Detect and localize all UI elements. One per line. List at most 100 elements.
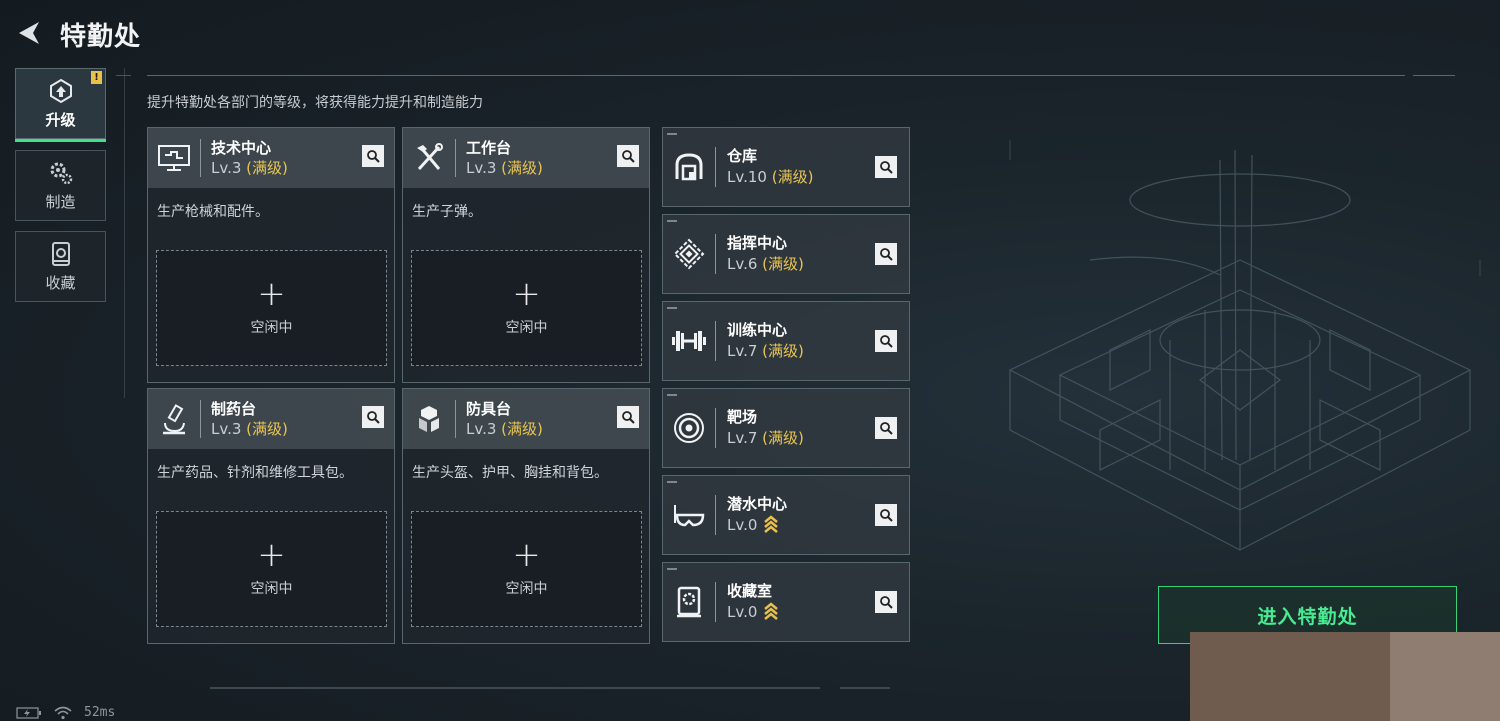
department-name: 仓库 — [727, 147, 758, 165]
facility-card-pharmacy: 制药台 Lv.3 (满级) 生产药品、针剂和维修工具包。 + 空闲中 — [147, 388, 395, 644]
facility-level: Lv.3 (满级) — [466, 158, 543, 177]
slot-status: 空闲中 — [505, 320, 548, 336]
search-icon — [622, 411, 635, 424]
facility-header: 工作台 Lv.3 (满级) — [403, 128, 649, 188]
facility-level: Lv.3 (满级) — [466, 419, 543, 438]
department-card-diving-center[interactable]: 潜水中心 Lv.0 — [662, 475, 910, 555]
battery-icon — [16, 706, 41, 719]
facility-description: 生产子弹。 — [412, 204, 482, 220]
search-icon — [367, 150, 380, 163]
tab-upgrade[interactable]: ! 升级 — [15, 68, 106, 142]
overlay-patch — [1390, 632, 1500, 721]
slot-status: 空闲中 — [250, 581, 293, 597]
armor-icon — [419, 406, 439, 432]
warehouse-icon — [675, 153, 703, 181]
tab-collection-label: 收藏 — [45, 274, 76, 292]
base-wireframe-illustration — [1008, 140, 1481, 551]
inspect-button[interactable] — [875, 243, 897, 265]
inspect-button[interactable] — [875, 417, 897, 439]
scrollbar-track[interactable] — [210, 687, 820, 689]
slot-status: 空闲中 — [250, 320, 293, 336]
inspect-button[interactable] — [875, 504, 897, 526]
tools-icon — [417, 143, 443, 171]
status-bar: 52ms — [16, 704, 115, 721]
inspect-button[interactable] — [875, 330, 897, 352]
facility-level: Lv.3 (满级) — [211, 419, 288, 438]
section-description: 提升特勤处各部门的等级，将获得能力提升和制造能力 — [147, 95, 483, 111]
plus-icon: + — [257, 274, 286, 314]
inspect-button[interactable] — [617, 145, 639, 167]
microscope-icon — [163, 404, 185, 435]
alert-badge: ! — [91, 71, 102, 84]
divider — [124, 68, 125, 398]
ping-readout: 52ms — [84, 705, 116, 720]
target-icon — [674, 413, 704, 443]
department-card-warehouse[interactable]: 仓库 Lv.10 (满级) — [662, 127, 910, 207]
inspect-button[interactable] — [362, 145, 384, 167]
page-title: 特勤处 — [60, 22, 142, 52]
plus-icon: + — [512, 274, 541, 314]
diving-mask-icon — [674, 505, 705, 527]
department-card-command-center[interactable]: 指挥中心 Lv.6 (满级) — [662, 214, 910, 294]
search-icon — [880, 509, 893, 522]
collection-icon — [51, 242, 70, 266]
divider — [1413, 75, 1455, 76]
facility-description: 生产头盔、护甲、胸挂和背包。 — [412, 465, 608, 481]
upgrade-icon — [49, 78, 72, 104]
department-card-shooting-range[interactable]: 靶场 Lv.7 (满级) — [662, 388, 910, 468]
inspect-button[interactable] — [875, 156, 897, 178]
department-level: Lv.0 — [727, 514, 787, 536]
search-icon — [367, 411, 380, 424]
tab-collection[interactable]: 收藏 — [15, 231, 106, 302]
vault-icon — [677, 586, 701, 618]
production-slot[interactable]: + 空闲中 — [411, 250, 642, 366]
facility-level: Lv.3 (满级) — [211, 158, 288, 177]
facility-card-tech-center: 技术中心 Lv.3 (满级) 生产枪械和配件。 + 空闲中 — [147, 127, 395, 383]
tab-craft[interactable]: 制造 — [15, 150, 106, 221]
plus-icon: + — [257, 535, 286, 575]
back-arrow-icon — [19, 22, 39, 44]
facility-card-workbench: 工作台 Lv.3 (满级) 生产子弹。 + 空闲中 — [402, 127, 650, 383]
search-icon — [880, 335, 893, 348]
upgrade-available-icon — [764, 515, 778, 533]
inspect-button[interactable] — [362, 406, 384, 428]
department-level: Lv.7 (满级) — [727, 342, 804, 360]
search-icon — [880, 596, 893, 609]
facility-name: 防具台 — [466, 399, 512, 418]
scrollbar-thumb[interactable] — [840, 687, 890, 689]
command-icon — [673, 238, 705, 270]
upgrade-available-icon — [764, 602, 778, 620]
production-slot[interactable]: + 空闲中 — [411, 511, 642, 627]
department-level: Lv.10 (满级) — [727, 168, 814, 186]
inspect-button[interactable] — [875, 591, 897, 613]
slot-status: 空闲中 — [505, 581, 548, 597]
department-level: Lv.0 — [727, 601, 778, 623]
production-slot[interactable]: + 空闲中 — [156, 250, 387, 366]
department-card-collection-room[interactable]: 收藏室 Lv.0 — [662, 562, 910, 642]
department-level: Lv.6 (满级) — [727, 255, 804, 273]
department-name: 训练中心 — [727, 321, 788, 339]
facility-header: 防具台 Lv.3 (满级) — [403, 389, 649, 449]
facility-header: 制药台 Lv.3 (满级) — [148, 389, 394, 449]
search-icon — [880, 422, 893, 435]
gears-icon — [50, 162, 72, 185]
tab-craft-label: 制造 — [45, 193, 76, 211]
tab-upgrade-label: 升级 — [45, 111, 76, 129]
overlay-patch — [1190, 632, 1390, 721]
department-name: 靶场 — [727, 408, 758, 426]
facility-description: 生产枪械和配件。 — [157, 204, 269, 220]
plus-icon: + — [512, 535, 541, 575]
department-name: 潜水中心 — [727, 495, 788, 513]
dumbbell-icon — [672, 331, 706, 351]
department-level: Lv.7 (满级) — [727, 429, 804, 447]
facility-name: 工作台 — [466, 138, 512, 157]
department-name: 指挥中心 — [727, 234, 788, 252]
inspect-button[interactable] — [617, 406, 639, 428]
wifi-icon — [54, 706, 72, 719]
search-icon — [880, 248, 893, 261]
department-card-training-center[interactable]: 训练中心 Lv.7 (满级) — [662, 301, 910, 381]
production-slot[interactable]: + 空闲中 — [156, 511, 387, 627]
back-button[interactable] — [14, 18, 44, 48]
divider — [147, 75, 1405, 76]
facility-name: 技术中心 — [211, 138, 272, 157]
